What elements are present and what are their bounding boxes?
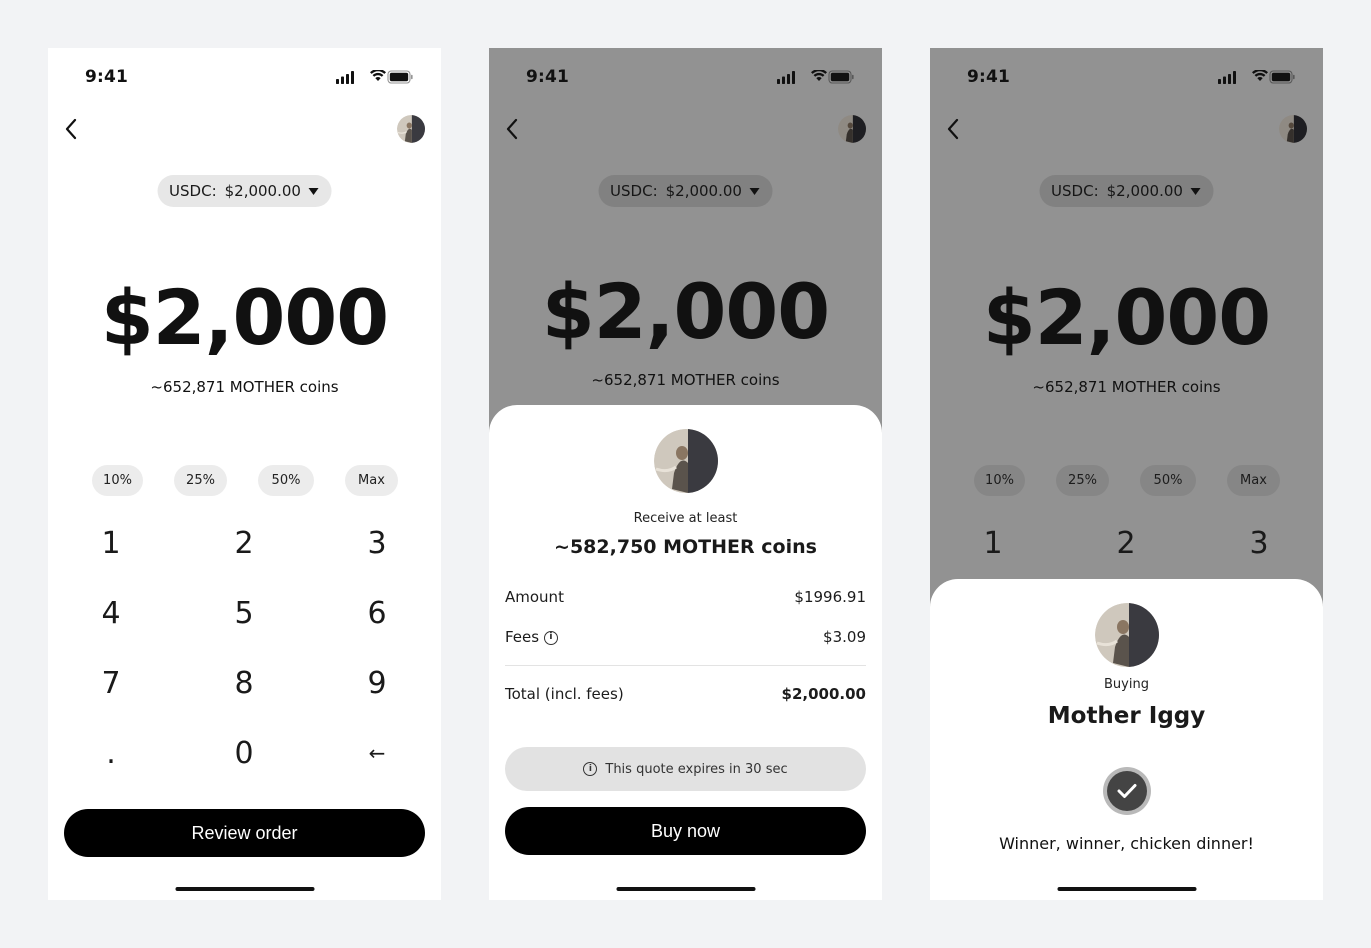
key-3[interactable]: 3 bbox=[1214, 513, 1304, 573]
key-2[interactable]: 2 bbox=[199, 513, 289, 573]
amount-display: $2,000 bbox=[100, 273, 389, 362]
percent-chips: 10% 25% 50% Max bbox=[974, 465, 1280, 497]
review-order-sheet: Receive at least ~582,750 MOTHER coins A… bbox=[489, 405, 882, 900]
token-selector[interactable]: USDC: $2,000.00 bbox=[1039, 175, 1214, 207]
backspace-key[interactable]: ← bbox=[332, 723, 422, 783]
coins-estimate: ~652,871 MOTHER coins bbox=[1032, 378, 1221, 396]
status-bar: 9:41 bbox=[489, 48, 882, 104]
percent-chip-max[interactable]: Max bbox=[345, 465, 398, 496]
coins-estimate: ~652,871 MOTHER coins bbox=[150, 378, 339, 396]
back-arrow-icon[interactable] bbox=[938, 117, 968, 141]
caret-down-icon bbox=[749, 187, 760, 195]
token-avatar bbox=[1094, 603, 1159, 667]
status-time: 9:41 bbox=[85, 67, 129, 87]
info-icon: i bbox=[583, 762, 598, 776]
signal-icon bbox=[336, 71, 354, 84]
status-icons bbox=[1218, 70, 1295, 84]
buy-now-button[interactable]: Buy now bbox=[505, 807, 866, 855]
token-avatar bbox=[653, 429, 718, 493]
status-bar: 9:41 bbox=[930, 48, 1323, 104]
purchase-success-screen: 9:41 USDC: $2,000.00 $2,000 ~652,871 MOT… bbox=[930, 48, 1323, 900]
status-time: 9:41 bbox=[526, 67, 570, 87]
key-5[interactable]: 5 bbox=[199, 583, 289, 643]
amount-display: $2,000 bbox=[541, 267, 830, 356]
percent-chip-max[interactable]: Max bbox=[1227, 465, 1280, 496]
success-message: Winner, winner, chicken dinner! bbox=[999, 834, 1254, 853]
fees-row: Fees i $3.09 bbox=[505, 628, 866, 646]
percent-chip-25[interactable]: 25% bbox=[174, 465, 227, 496]
status-icons bbox=[336, 70, 413, 84]
coins-estimate: ~652,871 MOTHER coins bbox=[591, 371, 780, 389]
quote-expiry-notice: i This quote expires in 30 sec bbox=[505, 747, 866, 791]
user-avatar[interactable] bbox=[397, 115, 425, 143]
token-label: USDC: bbox=[169, 182, 217, 200]
fees-label: Fees bbox=[505, 628, 540, 646]
key-2[interactable]: 2 bbox=[1081, 513, 1171, 573]
key-8[interactable]: 8 bbox=[199, 653, 289, 713]
fees-value: $3.09 bbox=[823, 628, 866, 646]
user-avatar[interactable] bbox=[1279, 115, 1307, 143]
total-label: Total (incl. fees) bbox=[505, 685, 624, 703]
battery-icon bbox=[1269, 70, 1295, 84]
key-6[interactable]: 6 bbox=[332, 583, 422, 643]
token-selector[interactable]: USDC: $2,000.00 bbox=[157, 175, 332, 207]
total-value: $2,000.00 bbox=[781, 685, 866, 703]
battery-icon bbox=[387, 70, 413, 84]
token-name: Mother Iggy bbox=[1047, 703, 1206, 729]
home-indicator bbox=[175, 887, 314, 891]
percent-chips: 10% 25% 50% Max bbox=[92, 465, 398, 497]
info-icon[interactable]: i bbox=[543, 630, 558, 645]
percent-chip-25[interactable]: 25% bbox=[1056, 465, 1109, 496]
battery-icon bbox=[828, 70, 854, 84]
key-7[interactable]: 7 bbox=[66, 653, 156, 713]
user-avatar[interactable] bbox=[838, 115, 866, 143]
amount-display: $2,000 bbox=[982, 273, 1271, 362]
key-4[interactable]: 4 bbox=[66, 583, 156, 643]
divider bbox=[505, 665, 866, 666]
percent-chip-50[interactable]: 50% bbox=[1140, 465, 1196, 496]
amount-value: $1996.91 bbox=[794, 588, 866, 606]
back-arrow-icon[interactable] bbox=[56, 117, 86, 141]
wifi-icon bbox=[811, 70, 827, 81]
key-1[interactable]: 1 bbox=[66, 513, 156, 573]
token-balance: $2,000.00 bbox=[665, 182, 742, 200]
signal-icon bbox=[1218, 71, 1236, 84]
token-balance: $2,000.00 bbox=[224, 182, 301, 200]
percent-chip-10[interactable]: 10% bbox=[92, 465, 143, 496]
success-check-icon bbox=[1102, 767, 1151, 815]
token-balance: $2,000.00 bbox=[1106, 182, 1183, 200]
token-selector[interactable]: USDC: $2,000.00 bbox=[598, 175, 773, 207]
status-time: 9:41 bbox=[967, 67, 1011, 87]
caret-down-icon bbox=[1190, 187, 1201, 195]
key-3[interactable]: 3 bbox=[332, 513, 422, 573]
amount-row: Amount $1996.91 bbox=[505, 588, 866, 606]
quote-expiry-text: This quote expires in 30 sec bbox=[605, 761, 788, 777]
signal-icon bbox=[777, 71, 795, 84]
key-decimal[interactable]: . bbox=[66, 723, 156, 783]
caret-down-icon bbox=[308, 187, 319, 195]
purchase-success-sheet: Buying Mother Iggy Winner, winner, chick… bbox=[930, 579, 1323, 900]
receive-caption: Receive at least bbox=[633, 511, 738, 526]
key-1[interactable]: 1 bbox=[948, 513, 1038, 573]
home-indicator bbox=[1057, 887, 1196, 891]
receive-amount: ~582,750 MOTHER coins bbox=[554, 536, 817, 558]
wifi-icon bbox=[370, 70, 386, 81]
amount-entry-screen: 9:41 USDC: $2,000.00 $2,000 ~652,871 MOT… bbox=[48, 48, 441, 900]
review-order-screen: 9:41 USDC: $2,000.00 $2,000 ~652,871 MOT… bbox=[489, 48, 882, 900]
wifi-icon bbox=[1252, 70, 1268, 81]
status-icons bbox=[777, 70, 854, 84]
key-0[interactable]: 0 bbox=[199, 723, 289, 783]
percent-chip-10[interactable]: 10% bbox=[974, 465, 1025, 496]
back-arrow-icon[interactable] bbox=[497, 117, 527, 141]
total-row: Total (incl. fees) $2,000.00 bbox=[505, 685, 866, 703]
buying-caption: Buying bbox=[1104, 677, 1149, 692]
token-label: USDC: bbox=[1051, 182, 1099, 200]
token-label: USDC: bbox=[610, 182, 658, 200]
home-indicator bbox=[616, 887, 755, 891]
percent-chip-50[interactable]: 50% bbox=[258, 465, 314, 496]
review-order-button[interactable]: Review order bbox=[64, 809, 425, 857]
status-bar: 9:41 bbox=[48, 48, 441, 104]
amount-label: Amount bbox=[505, 588, 564, 606]
key-9[interactable]: 9 bbox=[332, 653, 422, 713]
